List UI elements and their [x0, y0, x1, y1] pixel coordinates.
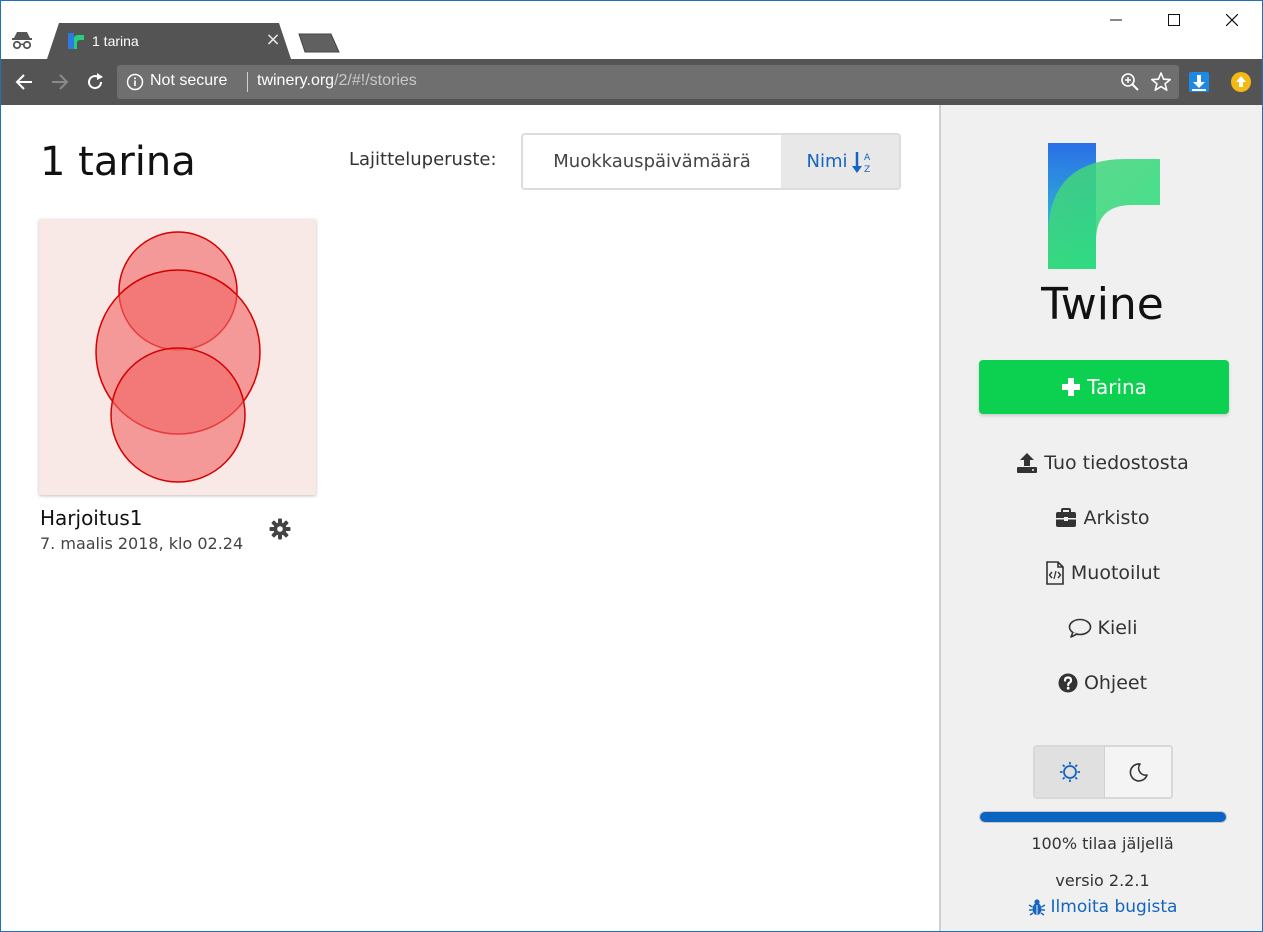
- gear-icon[interactable]: [268, 517, 292, 541]
- minimize-icon: [1110, 19, 1122, 21]
- speech-bubble-icon: [1068, 618, 1091, 638]
- minimize-button[interactable]: [1093, 7, 1139, 33]
- story-name[interactable]: Harjoitus1: [40, 506, 143, 530]
- story-card[interactable]: [39, 219, 316, 495]
- storage-text: 100% tilaa jäljellä: [1031, 834, 1174, 853]
- help-label: Ohjeet: [1083, 672, 1148, 694]
- title-bar: 1 tarina ×: [1, 1, 1262, 59]
- sort-by-name-button[interactable]: Nimi A Z: [781, 135, 899, 188]
- question-circle-icon: [1058, 673, 1078, 693]
- url-text[interactable]: twinery.org/2/#!/stories: [257, 72, 417, 90]
- svg-text:A: A: [864, 153, 871, 163]
- svg-text:Z: Z: [864, 165, 870, 174]
- help-link[interactable]: Ohjeet: [941, 665, 1262, 701]
- archive-label: Arkisto: [1083, 507, 1150, 529]
- reload-button[interactable]: [82, 69, 108, 95]
- report-bug-label: Ilmoita bugista: [1050, 897, 1178, 917]
- update-extension-icon[interactable]: [1230, 71, 1252, 93]
- new-story-button[interactable]: Tarina: [979, 360, 1229, 414]
- sidebar: Twine Tarina Tuo tiedostosta Arkisto Muo…: [939, 105, 1262, 931]
- sort-alpha-asc-icon: A Z: [851, 151, 871, 174]
- security-label[interactable]: Not secure: [150, 72, 227, 90]
- forward-button[interactable]: [47, 69, 73, 95]
- browser-toolbar: Not secure twinery.org/2/#!/stories: [1, 59, 1262, 105]
- story-formats-link[interactable]: Muotoilut: [941, 555, 1262, 591]
- omnibox-divider: [247, 72, 248, 92]
- archive-link[interactable]: Arkisto: [941, 500, 1262, 536]
- incognito-icon: [9, 27, 35, 53]
- url-path: /2/#!/stories: [334, 72, 417, 89]
- light-theme-button[interactable]: [1035, 747, 1105, 797]
- briefcase-icon: [1056, 508, 1077, 527]
- dark-theme-button[interactable]: [1105, 747, 1171, 797]
- bug-icon: [1028, 899, 1045, 916]
- sort-button-group: Muokkauspäivämäärä Nimi A Z: [521, 133, 901, 190]
- new-tab-button[interactable]: [297, 32, 341, 54]
- language-label: Kieli: [1097, 617, 1138, 639]
- sort-label: Lajitteluperuste:: [349, 149, 497, 170]
- browser-window: 1 tarina × Not secure twinery.org/2/#!/s…: [0, 0, 1263, 932]
- twine-favicon-icon: [68, 33, 84, 49]
- tab-title: 1 tarina: [92, 33, 139, 49]
- storage-progress-bar: [979, 811, 1227, 823]
- sort-by-name-label: Nimi: [806, 151, 848, 172]
- arrow-right-icon: [52, 74, 69, 90]
- sun-icon: [1059, 762, 1080, 782]
- window-close-button[interactable]: [1209, 7, 1255, 33]
- import-from-file-label: Tuo tiedostosta: [1044, 452, 1189, 474]
- language-link[interactable]: Kieli: [941, 610, 1262, 646]
- address-bar[interactable]: Not secure twinery.org/2/#!/stories: [117, 65, 1179, 99]
- upload-icon: [1017, 453, 1038, 473]
- code-file-icon: [1046, 561, 1064, 585]
- app-name: Twine: [1041, 279, 1164, 330]
- new-story-label: Tarina: [1087, 375, 1147, 399]
- bookmark-star-icon[interactable]: [1150, 71, 1172, 93]
- download-extension-icon[interactable]: [1188, 71, 1210, 93]
- story-preview[interactable]: [39, 219, 316, 495]
- moon-icon: [1129, 763, 1148, 782]
- browser-tab[interactable]: 1 tarina ×: [47, 23, 291, 59]
- sort-by-date-button[interactable]: Muokkauspäivämäärä: [523, 135, 781, 188]
- info-icon[interactable]: [126, 73, 144, 91]
- arrow-left-icon: [15, 74, 32, 90]
- story-formats-label: Muotoilut: [1070, 562, 1161, 584]
- plus-icon: [1062, 378, 1081, 396]
- tab-close-button[interactable]: ×: [263, 29, 283, 50]
- storage-progress-fill: [980, 812, 1226, 822]
- zoom-icon[interactable]: [1120, 72, 1140, 92]
- theme-toggle: [1033, 745, 1173, 799]
- twine-logo: [1048, 143, 1160, 269]
- story-library: 1 tarina Lajitteluperuste: Muokkauspäivä…: [1, 105, 939, 931]
- import-from-file-link[interactable]: Tuo tiedostosta: [941, 445, 1262, 481]
- maximize-icon: [1168, 14, 1180, 26]
- url-host: twinery.org: [257, 72, 335, 89]
- back-button[interactable]: [11, 69, 37, 95]
- reload-icon: [88, 73, 103, 90]
- story-date: 7. maalis 2018, klo 02.24: [40, 534, 244, 553]
- close-icon: [1226, 14, 1238, 26]
- page-title: 1 tarina: [40, 139, 196, 185]
- version-text: versio 2.2.1: [1055, 871, 1150, 890]
- maximize-button[interactable]: [1151, 7, 1197, 33]
- report-bug-link[interactable]: Ilmoita bugista: [941, 897, 1262, 917]
